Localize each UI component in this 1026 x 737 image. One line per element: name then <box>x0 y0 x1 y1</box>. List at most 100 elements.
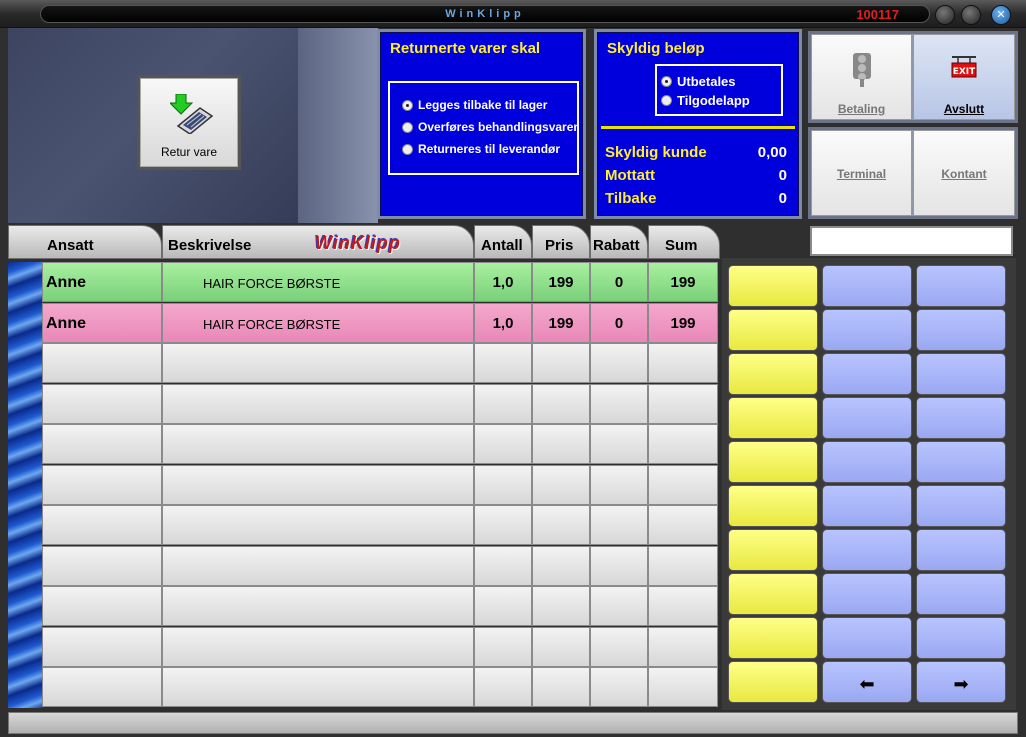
cell-price <box>532 383 590 424</box>
cell-discount: 0 <box>590 262 648 302</box>
option-overfores[interactable]: Overføres behandlingsvarer <box>402 120 578 134</box>
search-input[interactable] <box>810 226 1013 256</box>
cell-qty: 1,0 <box>474 262 532 302</box>
cell-sum <box>648 424 718 464</box>
cell-discount <box>590 505 648 545</box>
betaling-button[interactable]: Betaling <box>811 34 912 120</box>
option-returneres[interactable]: Returneres til leverandør <box>402 142 560 156</box>
cell-qty <box>474 464 532 505</box>
quick-key-blue[interactable] <box>916 309 1006 351</box>
cell-sum <box>648 626 718 667</box>
minimize-button[interactable] <box>935 5 955 25</box>
quick-key-blue[interactable] <box>916 353 1006 395</box>
quick-key-yellow[interactable] <box>728 265 818 307</box>
quick-key-blue[interactable] <box>822 529 912 571</box>
quick-key-blue[interactable] <box>822 485 912 527</box>
avslutt-button[interactable]: EXIT Avslutt <box>913 34 1015 120</box>
cell-discount <box>590 545 648 586</box>
quick-key-blue[interactable] <box>916 397 1006 439</box>
quick-key-blue[interactable] <box>822 573 912 615</box>
quick-key-blue[interactable] <box>916 529 1006 571</box>
quick-key-yellow[interactable] <box>728 397 818 439</box>
cell-qty <box>474 383 532 424</box>
cell-qty <box>474 626 532 667</box>
quick-key-blue[interactable] <box>822 397 912 439</box>
quick-key-blue[interactable] <box>822 441 912 483</box>
radio-icon <box>402 121 413 133</box>
quick-key-yellow[interactable] <box>728 485 818 527</box>
radio-icon <box>402 143 413 155</box>
cell-sum <box>648 545 718 586</box>
cell-employee <box>42 545 162 586</box>
kontant-label: Kontant <box>941 167 987 181</box>
row-indicator-stripe <box>8 262 42 708</box>
empty-table-row[interactable] <box>42 343 718 383</box>
cell-qty <box>474 343 532 383</box>
empty-table-row[interactable] <box>42 545 718 586</box>
quick-key-blue[interactable] <box>916 485 1006 527</box>
cell-qty <box>474 667 532 707</box>
cell-discount <box>590 343 648 383</box>
cell-price <box>532 424 590 464</box>
empty-table-row[interactable] <box>42 424 718 464</box>
left-arrow-button[interactable]: ⬅ <box>822 661 912 703</box>
quick-key-yellow[interactable] <box>728 309 818 351</box>
session-code: 100117 <box>856 7 899 22</box>
cell-price <box>532 343 590 383</box>
cell-text-price: 199 <box>548 274 574 291</box>
quick-key-blue[interactable] <box>916 441 1006 483</box>
empty-table-row[interactable] <box>42 505 718 545</box>
option-legges-tilbake[interactable]: Legges tilbake til lager <box>402 98 547 112</box>
quick-key-yellow[interactable] <box>728 441 818 483</box>
quick-key-yellow[interactable] <box>728 617 818 659</box>
quick-key-yellow[interactable] <box>728 529 818 571</box>
tilbake-value: 0 <box>778 190 787 207</box>
empty-table-row[interactable] <box>42 586 718 626</box>
cell-employee <box>42 586 162 626</box>
cell-description <box>162 667 474 707</box>
quick-key-blue[interactable] <box>916 617 1006 659</box>
return-item-icon <box>170 94 214 134</box>
quick-key-blue[interactable] <box>822 265 912 307</box>
empty-table-row[interactable] <box>42 464 718 505</box>
option-utbetales[interactable]: Utbetales <box>661 74 736 89</box>
table-row[interactable]: Anne HAIR FORCE BØRSTE 1,0 199 0 199 <box>42 302 718 343</box>
empty-table-row[interactable] <box>42 626 718 667</box>
empty-table-row[interactable] <box>42 667 718 707</box>
quick-key-blue[interactable] <box>822 309 912 351</box>
returnerte-varer-panel: Returnerte varer skal Legges tilbake til… <box>377 29 586 219</box>
cell-discount <box>590 464 648 505</box>
cell-sum <box>648 667 718 707</box>
avslutt-label: Avslutt <box>943 102 985 116</box>
quick-key-blue[interactable] <box>916 573 1006 615</box>
quick-key-yellow[interactable] <box>728 353 818 395</box>
cell-description: HAIR FORCE BØRSTE <box>162 302 474 343</box>
option-tilgodelapp[interactable]: Tilgodelapp <box>661 93 750 108</box>
quick-key-blue[interactable] <box>822 353 912 395</box>
column-header-sum: Sum <box>648 225 720 259</box>
cell-description <box>162 545 474 586</box>
cell-text-description: HAIR FORCE BØRSTE <box>203 316 341 332</box>
quick-key-blue[interactable] <box>822 617 912 659</box>
empty-table-row[interactable] <box>42 383 718 424</box>
cell-text-qty: 1,0 <box>492 274 514 291</box>
maximize-button[interactable] <box>961 5 981 25</box>
quick-key-yellow[interactable] <box>728 661 818 703</box>
option-label: Utbetales <box>677 74 736 89</box>
cell-qty <box>474 424 532 464</box>
cell-description <box>162 464 474 505</box>
right-arrow-button[interactable]: ➡ <box>916 661 1006 703</box>
quick-key-yellow[interactable] <box>728 573 818 615</box>
cell-price <box>532 505 590 545</box>
quick-key-blue[interactable] <box>916 265 1006 307</box>
cell-description <box>162 383 474 424</box>
cell-description <box>162 505 474 545</box>
retur-vare-button[interactable]: Retur vare <box>137 75 241 170</box>
option-label: Returneres til leverandør <box>418 142 561 156</box>
title-bar: WinKlipp 100117 ✕ <box>0 0 1026 28</box>
kontant-button[interactable]: Kontant <box>913 130 1015 216</box>
radio-icon <box>661 95 672 106</box>
close-button[interactable]: ✕ <box>991 5 1011 25</box>
terminal-button[interactable]: Terminal <box>811 130 912 216</box>
table-row[interactable]: Anne HAIR FORCE BØRSTE 1,0 199 0 199 <box>42 262 718 302</box>
